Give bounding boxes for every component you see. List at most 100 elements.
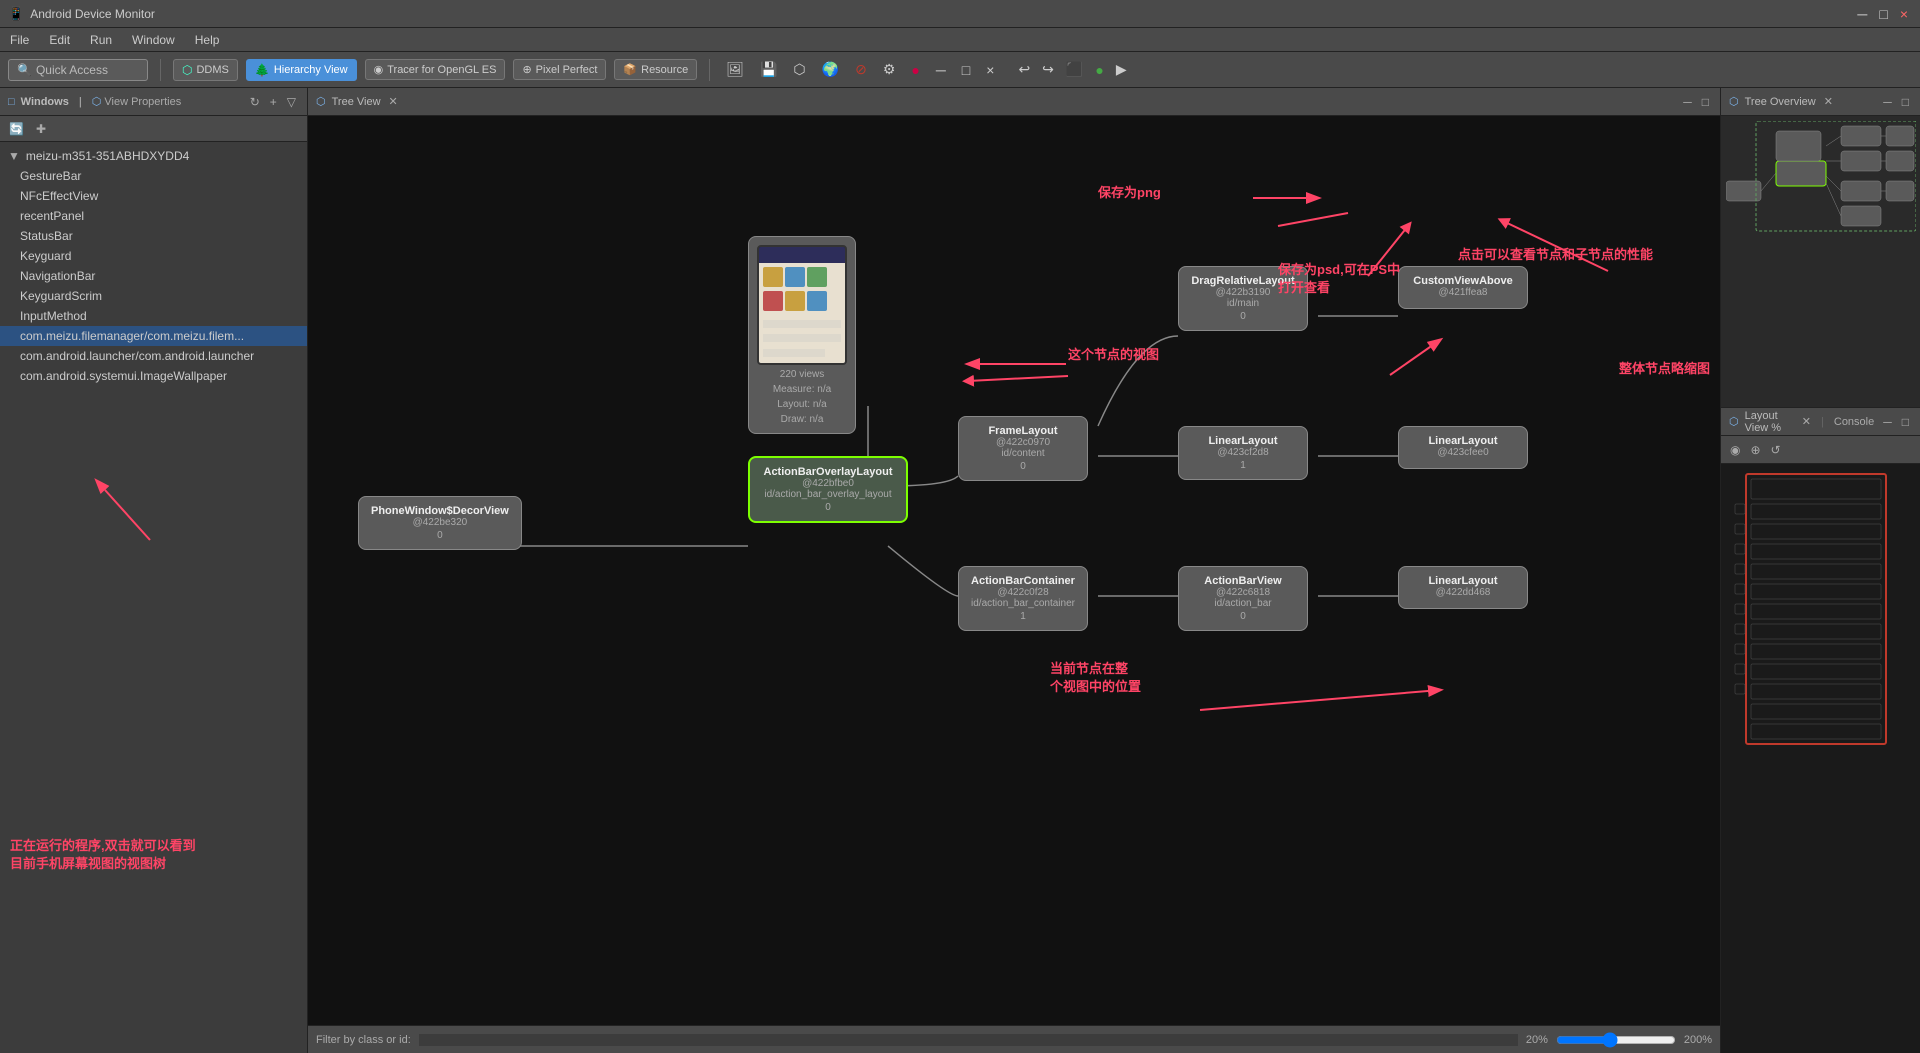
phone-screen-header [759,247,845,263]
list-item-recentpanel[interactable]: recentPanel [0,206,307,226]
resource-btn[interactable]: 📦 Resource [614,59,697,80]
list-item-navbar[interactable]: NavigationBar [0,266,307,286]
list-item-launcher[interactable]: com.android.launcher/com.android.launche… [0,346,307,366]
to-max-btn[interactable]: □ [1899,94,1912,110]
menu-window[interactable]: Window [128,31,179,49]
layout-view-header: ⬡ Layout View % ✕ | Console ─ □ [1721,408,1920,436]
ddms-btn[interactable]: ⬡ DDMS [173,59,238,81]
node-actionbar-container[interactable]: ActionBarContainer @422c0f28 id/action_b… [958,566,1088,631]
node-phonewindow[interactable]: PhoneWindow$DecorView @422be320 0 [358,496,522,550]
add-btn[interactable]: + [267,94,280,110]
toolbar-icon-6[interactable]: ⚙ [879,59,900,80]
lv-max-btn[interactable]: □ [1899,414,1912,430]
tree-view-close: ✕ [389,95,398,108]
toolbar-icon-5[interactable]: ⊘ [851,59,871,80]
node-actionbar-overlay[interactable]: ActionBarOverlayLayout @422bfbe0 id/acti… [748,456,908,523]
node-linearlayout-3[interactable]: LinearLayout @422dd468 [1398,566,1528,609]
list-item-nfceffect[interactable]: NFcEffectView [0,186,307,206]
annotation-node-view: 这个节点的视图 [1068,346,1159,364]
node-ll3-addr: @422dd468 [1411,587,1515,598]
list-item-label: NFcEffectView [20,189,98,203]
screen-line-3 [763,349,825,357]
lv-tool-3[interactable]: ↺ [1768,442,1784,458]
zoom-slider[interactable] [1556,1032,1676,1048]
list-item-root[interactable]: ▼ meizu-m351-351ABHDXYDD4 [0,146,307,166]
pixel-perfect-btn[interactable]: ⊕ Pixel Perfect [513,59,606,80]
toolbar-icon-3[interactable]: ⬡ [789,59,809,80]
toolbar-icon-close[interactable]: × [982,60,998,80]
filter-input[interactable] [419,1034,1518,1046]
toolbar-extra-5[interactable]: ▶ [1112,59,1131,80]
screen-line-1 [763,320,841,328]
zoom-20: 20% [1526,1034,1548,1046]
list-item-label: com.android.systemui.ImageWallpaper [20,369,227,383]
node-linearlayout-1[interactable]: LinearLayout @423cf2d8 1 [1178,426,1308,480]
left-panel: □ Windows | ⬡ View Properties ↻ + ▽ 🔄 ✚ … [0,88,308,1053]
phone-preview-node[interactable]: 220 views Measure: n/a Layout: n/a Draw:… [748,236,856,434]
lv-tool-2[interactable]: ⊕ [1747,442,1763,458]
list-item-filemanager[interactable]: com.meizu.filemanager/com.meizu.filem... [0,326,307,346]
toolbar-extra-2[interactable]: ↪ [1038,59,1058,80]
toolbar-icon-4[interactable]: 🌍 [818,59,843,80]
menu-run[interactable]: Run [86,31,116,49]
list-item-keyguardscrim[interactable]: KeyguardScrim [0,286,307,306]
toolbar-icon-7[interactable]: ● [907,60,923,80]
view-properties-tab[interactable]: ⬡ View Properties [92,95,182,108]
console-tab[interactable]: Console [1834,416,1874,428]
list-item-label: StatusBar [20,229,73,243]
tree-overview-canvas[interactable]: 整体节点略缩图 [1721,116,1920,407]
list-item-wallpaper[interactable]: com.android.systemui.ImageWallpaper [0,366,307,386]
node-actionbar-id: id/action_bar_overlay_layout [762,489,894,500]
node-abv-id: id/action_bar [1191,598,1295,609]
refresh-btn[interactable]: ↻ [247,94,263,110]
close-btn[interactable]: × [1896,4,1912,24]
maximize-btn[interactable]: □ [1875,4,1891,24]
menu-edit[interactable]: Edit [45,31,74,49]
menu-help[interactable]: Help [191,31,224,49]
node-phonewindow-addr: @422be320 [371,517,509,528]
ddms-label: DDMS [196,64,228,76]
lv-min-btn[interactable]: ─ [1880,414,1895,430]
toolbar-icon-minimize[interactable]: ─ [932,60,950,80]
toolbar-extra-3[interactable]: ⬛ [1062,59,1087,80]
lv-tool-1[interactable]: ◉ [1727,442,1743,458]
to-min-btn[interactable]: ─ [1880,94,1895,110]
tree-view-title: Tree View [332,96,381,108]
filter-label: Filter by class or id: [316,1034,411,1046]
node-abc-title: ActionBarContainer [971,575,1075,587]
add-node-btn[interactable]: ✚ [33,121,49,137]
node-customview[interactable]: CustomViewAbove @421ffea8 [1398,266,1528,309]
toolbar-icon-2[interactable]: 💾 [756,59,781,80]
tracer-opengl-btn[interactable]: ◉ Tracer for OpenGL ES [365,59,506,80]
list-item-statusbar[interactable]: StatusBar [0,226,307,246]
ddms-icon: ⬡ [182,63,192,77]
node-actionbar-addr: @422bfbe0 [762,478,894,489]
tv-maximize-btn[interactable]: □ [1699,94,1712,110]
node-framelayout[interactable]: FrameLayout @422c0970 id/content 0 [958,416,1088,481]
menu-file[interactable]: File [6,31,33,49]
list-item-label: com.meizu.filemanager/com.meizu.filem... [20,329,244,343]
reload-icon-btn[interactable]: 🔄 [6,121,27,137]
toolbar-extra-1[interactable]: ↩ [1014,59,1034,80]
hierarchy-view-btn[interactable]: 🌲 Hierarchy View [246,59,357,81]
list-item-gesturebar[interactable]: GestureBar [0,166,307,186]
list-item-keyguard[interactable]: Keyguard [0,246,307,266]
toolbar-icon-max[interactable]: □ [958,60,974,80]
quick-access-search[interactable]: 🔍 Quick Access [8,59,148,81]
toolbar-separator-1 [160,59,161,81]
node-dragrelative[interactable]: DragRelativeLayout @422b3190 id/main 0 [1178,266,1308,331]
node-actionbar-view[interactable]: ActionBarView @422c6818 id/action_bar 0 [1178,566,1308,631]
minimize-btn[interactable]: ─ [1853,4,1871,24]
list-item-inputmethod[interactable]: InputMethod [0,306,307,326]
node-linearlayout-2[interactable]: LinearLayout @423cfee0 [1398,426,1528,469]
layout-view-canvas[interactable] [1721,464,1920,1053]
toolbar-extra-4[interactable]: ● [1091,59,1107,80]
tv-minimize-btn[interactable]: ─ [1680,94,1695,110]
node-ll1-addr: @423cf2d8 [1191,447,1295,458]
toolbar-icon-1[interactable]: 🖼 [722,59,748,80]
phone-screen-content [759,263,845,363]
collapse-btn[interactable]: ▽ [284,94,299,110]
menu-bar: File Edit Run Window Help [0,28,1920,52]
tree-canvas[interactable]: 220 views Measure: n/a Layout: n/a Draw:… [308,116,1720,1025]
list-item-label: Keyguard [20,249,71,263]
